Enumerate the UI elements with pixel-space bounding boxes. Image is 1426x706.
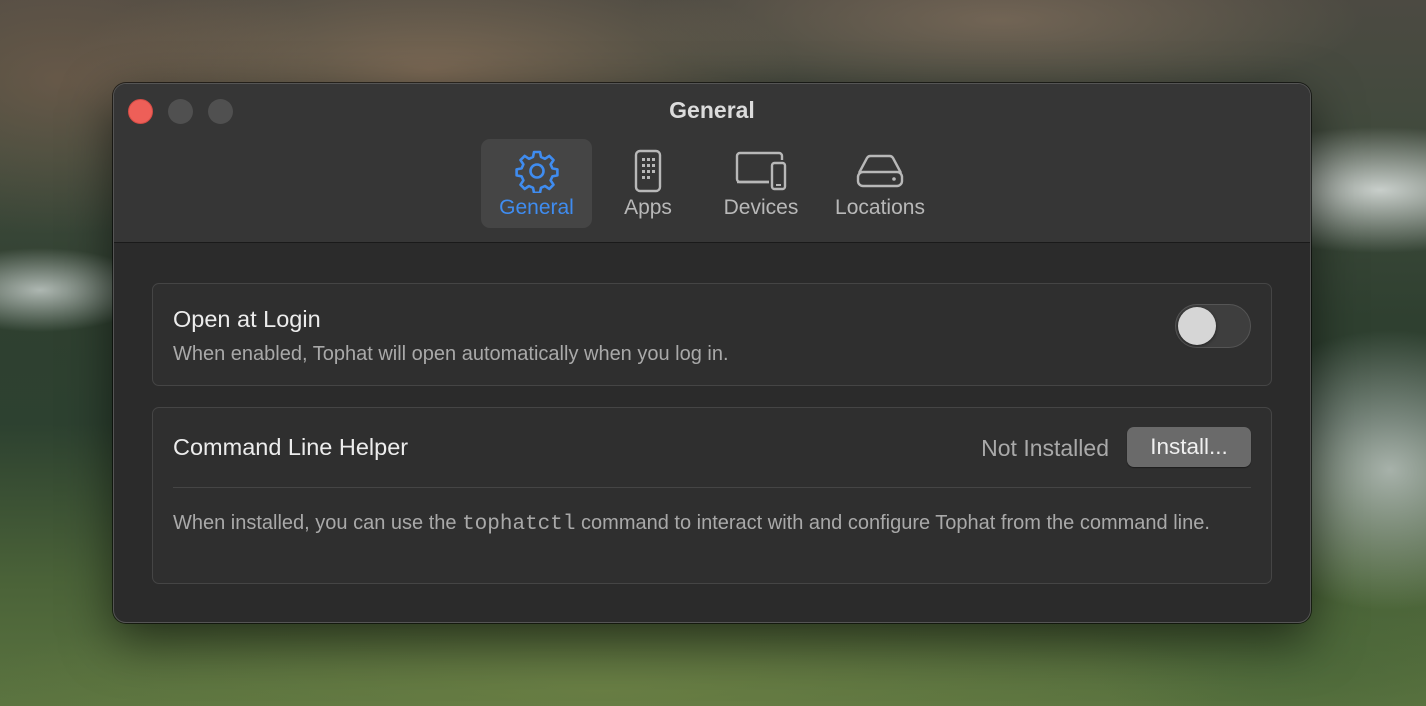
devices-icon bbox=[706, 149, 816, 193]
tab-label: Devices bbox=[723, 196, 799, 219]
cli-helper-description: When installed, you can use the tophatct… bbox=[173, 509, 1251, 539]
description-text: When installed, you can use the bbox=[173, 512, 463, 534]
tab-general[interactable]: General bbox=[481, 139, 592, 228]
preferences-window: General General Apps Devices Locations O… bbox=[113, 83, 1311, 623]
tab-label: Apps bbox=[624, 196, 672, 219]
drive-icon bbox=[820, 149, 940, 193]
tab-devices[interactable]: Devices bbox=[706, 139, 816, 228]
install-button[interactable]: Install... bbox=[1127, 427, 1251, 467]
phone-icon bbox=[599, 149, 697, 193]
cli-install-status: Not Installed bbox=[981, 435, 1109, 461]
gear-icon bbox=[481, 149, 592, 193]
open-at-login-description: When enabled, Tophat will open automatic… bbox=[173, 343, 729, 365]
toggle-knob bbox=[1178, 307, 1216, 345]
divider bbox=[173, 487, 1251, 488]
tab-apps[interactable]: Apps bbox=[599, 139, 697, 228]
open-at-login-title: Open at Login bbox=[173, 306, 321, 332]
tab-label: General bbox=[499, 196, 574, 219]
tab-locations[interactable]: Locations bbox=[820, 139, 940, 228]
open-at-login-toggle[interactable] bbox=[1175, 304, 1251, 348]
description-text: command to interact with and configure T… bbox=[575, 512, 1210, 534]
titlebar: General General Apps Devices Locations bbox=[114, 84, 1310, 243]
cli-helper-title: Command Line Helper bbox=[173, 434, 409, 460]
command-line-helper-card: Command Line Helper Not Installed Instal… bbox=[152, 407, 1272, 584]
command-name: tophatctl bbox=[462, 513, 576, 536]
tab-label: Locations bbox=[835, 196, 925, 219]
window-title: General bbox=[669, 97, 755, 123]
open-at-login-card: Open at Login When enabled, Tophat will … bbox=[152, 283, 1272, 386]
